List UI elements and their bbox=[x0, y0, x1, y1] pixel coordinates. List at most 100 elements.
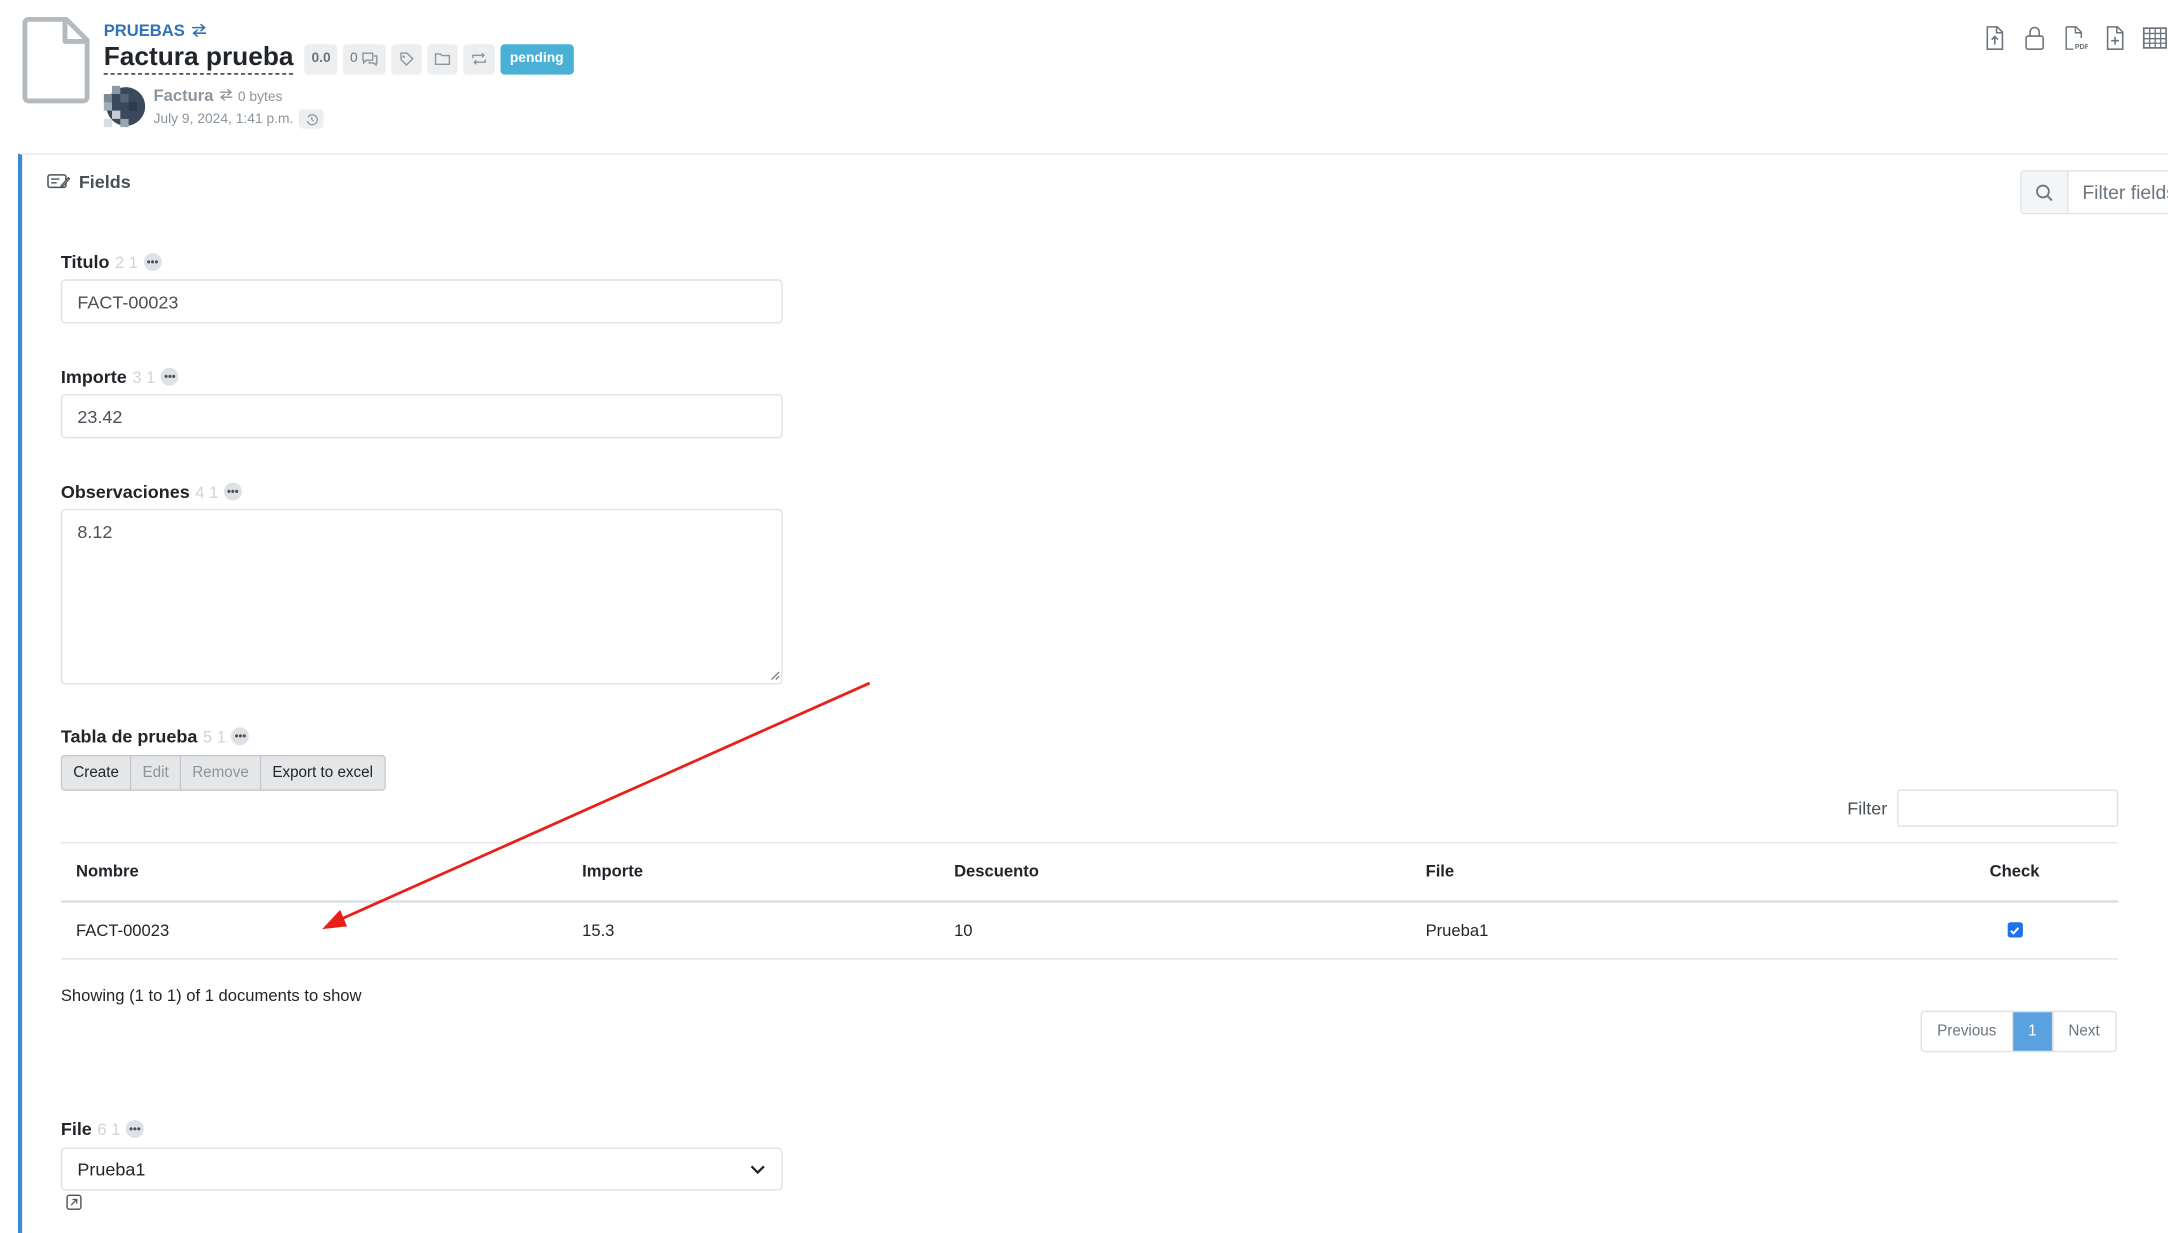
edit-button[interactable]: Edit bbox=[131, 756, 182, 790]
tabla-options-button[interactable]: ••• bbox=[231, 727, 250, 746]
search-icon bbox=[2036, 183, 2053, 201]
breadcrumb[interactable]: PRUEBAS bbox=[104, 21, 207, 40]
tags-chip[interactable] bbox=[390, 43, 422, 74]
pagination-info: Showing (1 to 1) of 1 documents to show bbox=[60, 985, 362, 1006]
lock-icon[interactable] bbox=[2022, 25, 2048, 51]
folder-icon bbox=[434, 53, 450, 65]
observaciones-label: Observaciones 4 1 ••• bbox=[61, 481, 242, 502]
page-1-button[interactable]: 1 bbox=[2012, 1012, 2054, 1051]
more-icon: ••• bbox=[129, 1122, 141, 1135]
cell-nombre: FACT-00023 bbox=[60, 900, 567, 960]
column-header-importe[interactable]: Importe bbox=[566, 842, 939, 903]
titulo-options-button[interactable]: ••• bbox=[143, 253, 162, 272]
open-file-button[interactable] bbox=[66, 1194, 82, 1210]
file-select-value: Prueba1 bbox=[77, 1158, 146, 1180]
page-title[interactable]: Factura prueba bbox=[103, 43, 294, 75]
tabla-label-text: Tabla de prueba bbox=[60, 725, 198, 747]
file-select[interactable]: Prueba1 bbox=[60, 1147, 783, 1191]
data-table: Nombre Importe Descuento File Check FACT… bbox=[60, 842, 2119, 960]
observaciones-label-text: Observaciones bbox=[60, 481, 190, 502]
pdf-label: PDF bbox=[2075, 42, 2088, 51]
table-actions: Create Edit Remove Export to excel bbox=[60, 754, 386, 791]
title-row: Factura prueba 0.0 0 pending bbox=[103, 43, 574, 75]
comment-icon bbox=[361, 52, 378, 67]
panel-title: Fields bbox=[47, 171, 131, 192]
file-label: File 6 1 ••• bbox=[60, 1118, 144, 1140]
repeat-icon bbox=[471, 52, 486, 65]
importe-ids: 3 1 bbox=[132, 367, 156, 387]
doctype-link[interactable]: Factura bbox=[153, 86, 213, 105]
more-icon: ••• bbox=[146, 255, 159, 268]
document-icon bbox=[22, 16, 90, 104]
check-checkbox[interactable] bbox=[2006, 922, 2023, 938]
filter-fields bbox=[2020, 170, 2168, 215]
table-icon[interactable] bbox=[2142, 25, 2168, 51]
panel-title-label: Fields bbox=[78, 171, 131, 193]
column-header-file[interactable]: File bbox=[1410, 842, 1911, 903]
fields-icon bbox=[47, 174, 71, 189]
importe-options-button[interactable]: ••• bbox=[160, 367, 179, 386]
pagination: Previous 1 Next bbox=[1920, 1010, 2117, 1053]
upload-file-icon[interactable] bbox=[1981, 25, 2007, 51]
titulo-label-text: Titulo bbox=[60, 251, 110, 273]
importe-input[interactable] bbox=[60, 394, 783, 439]
tabla-label: Tabla de prueba 5 1 ••• bbox=[61, 726, 250, 747]
document-toolbar: PDF bbox=[1981, 25, 2168, 51]
status-badge[interactable]: pending bbox=[500, 43, 574, 74]
more-icon: ••• bbox=[227, 484, 239, 498]
file-options-button[interactable]: ••• bbox=[125, 1119, 144, 1138]
column-header-descuento[interactable]: Descuento bbox=[938, 842, 1411, 903]
avatar[interactable] bbox=[103, 85, 146, 128]
swap-icon[interactable] bbox=[218, 88, 233, 101]
external-link-icon bbox=[70, 1198, 78, 1206]
resize-handle-icon[interactable] bbox=[770, 671, 780, 681]
search-button[interactable] bbox=[2021, 171, 2069, 213]
created-date: July 9, 2024, 1:41 p.m. bbox=[153, 111, 294, 127]
document-page: PRUEBAS Factura prueba 0.0 0 pending Fac… bbox=[0, 0, 2168, 1233]
remove-button[interactable]: Remove bbox=[181, 756, 262, 790]
export-excel-button[interactable]: Export to excel bbox=[261, 756, 385, 790]
version-chip[interactable]: 0.0 bbox=[304, 43, 338, 74]
table-header-row: Nombre Importe Descuento File Check bbox=[60, 842, 2119, 903]
next-page-button[interactable]: Next bbox=[2053, 1012, 2115, 1051]
more-icon: ••• bbox=[164, 369, 176, 383]
tabla-ids: 5 1 bbox=[202, 726, 226, 746]
document-meta: Factura 0 bytes July 9, 2024, 1:41 p.m. bbox=[153, 86, 324, 129]
cell-descuento: 10 bbox=[938, 900, 1411, 960]
column-header-check[interactable]: Check bbox=[1910, 842, 2119, 903]
folder-chip[interactable] bbox=[426, 43, 458, 74]
comments-chip[interactable]: 0 bbox=[343, 43, 386, 74]
titulo-ids: 2 1 bbox=[114, 252, 139, 272]
cell-check bbox=[1910, 900, 2119, 960]
checkmark-icon bbox=[2010, 926, 2020, 935]
more-icon: ••• bbox=[234, 729, 247, 742]
fields-panel: Fields Titulo 2 1 ••• Importe 3 1 ••• Ob… bbox=[17, 153, 2168, 1233]
table-filter-label: Filter bbox=[1847, 797, 1888, 819]
pdf-icon[interactable]: PDF bbox=[2062, 25, 2088, 51]
cell-file-link[interactable]: Prueba1 bbox=[1410, 900, 1911, 960]
table-row[interactable]: FACT-00023 15.3 10 Prueba1 bbox=[60, 900, 2119, 960]
file-ids: 6 1 bbox=[97, 1119, 121, 1139]
workflow-chip[interactable] bbox=[462, 43, 495, 74]
filter-fields-input[interactable] bbox=[2068, 171, 2168, 213]
history-icon bbox=[306, 113, 318, 125]
titulo-input[interactable] bbox=[60, 279, 783, 324]
observaciones-ids: 4 1 bbox=[195, 481, 219, 502]
swap-icon[interactable] bbox=[190, 23, 207, 38]
observaciones-options-button[interactable]: ••• bbox=[223, 482, 242, 501]
create-button[interactable]: Create bbox=[62, 756, 132, 790]
history-button[interactable] bbox=[298, 109, 324, 129]
breadcrumb-label[interactable]: PRUEBAS bbox=[104, 21, 185, 40]
cell-importe: 15.3 bbox=[566, 900, 939, 960]
chevron-down-icon bbox=[750, 1164, 765, 1174]
observaciones-textarea[interactable]: 8.12 bbox=[60, 508, 783, 685]
column-header-nombre[interactable]: Nombre bbox=[60, 842, 567, 903]
comments-count: 0 bbox=[350, 51, 358, 67]
table-filter-input[interactable] bbox=[1897, 789, 2119, 827]
importe-label: Importe 3 1 ••• bbox=[61, 366, 179, 387]
file-label-text: File bbox=[60, 1118, 92, 1140]
add-file-icon[interactable] bbox=[2102, 25, 2128, 51]
titulo-label: Titulo 2 1 ••• bbox=[60, 251, 162, 273]
importe-label-text: Importe bbox=[60, 366, 127, 388]
previous-page-button[interactable]: Previous bbox=[1922, 1012, 2013, 1051]
